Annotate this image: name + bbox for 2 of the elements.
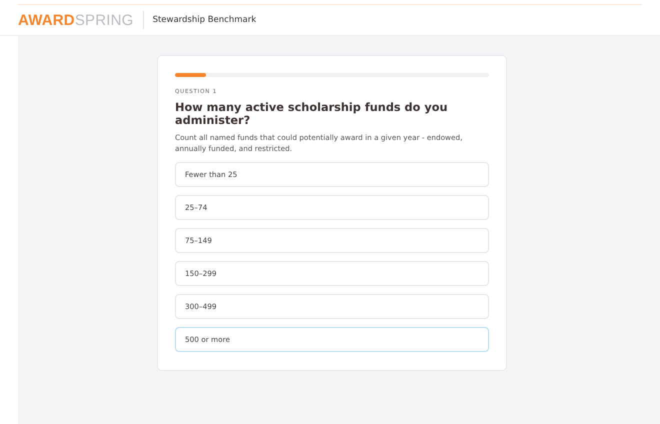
page-title: Stewardship Benchmark [152,15,256,25]
question-title: How many active scholarship funds do you administer? [175,101,449,127]
